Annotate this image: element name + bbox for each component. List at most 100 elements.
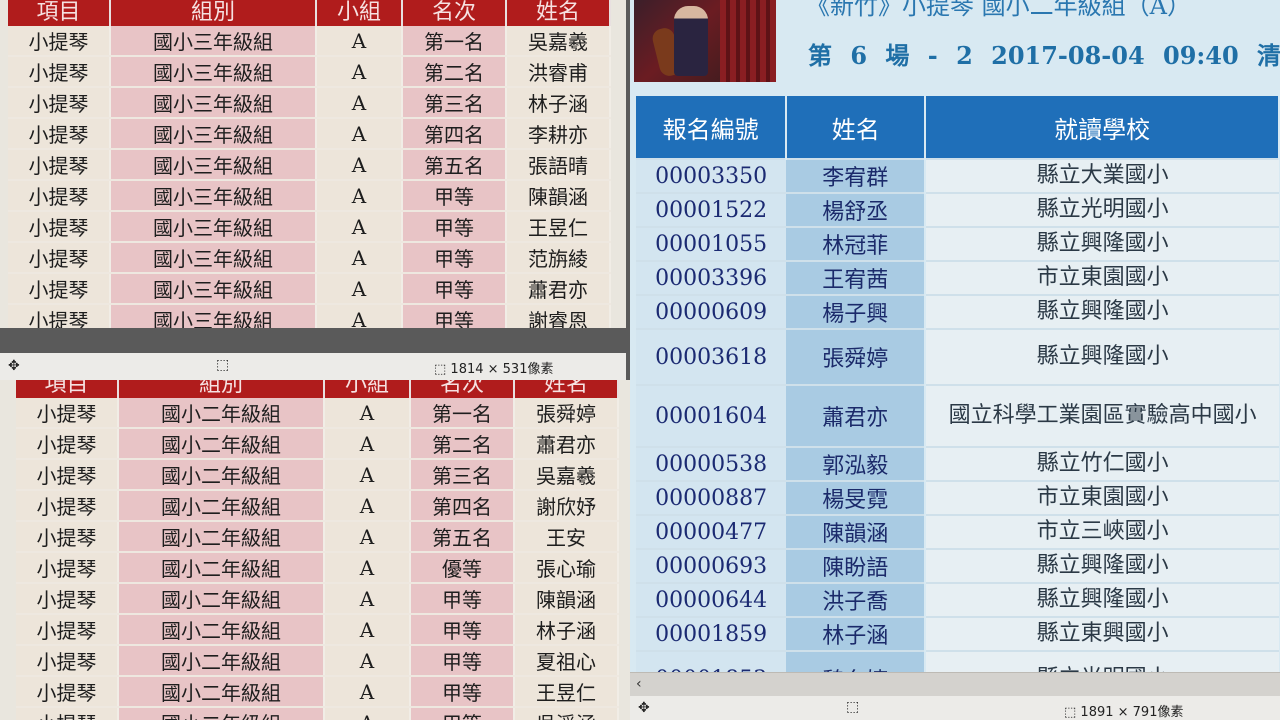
cell-student-name: 林子涵 (514, 614, 619, 646)
cell-division: 國小三年級組 (110, 242, 317, 274)
cell-student-name: 王昱仁 (506, 211, 611, 243)
cell-registration-id: 00001055 (636, 227, 787, 261)
cell-division: 國小二年級組 (118, 645, 325, 677)
cell-group: A (316, 304, 403, 328)
selection-icon[interactable]: ⬚ (846, 699, 859, 715)
cell-group: A (324, 552, 411, 584)
cell-instrument: 小提琴 (16, 490, 119, 522)
scroll-left-arrow-icon[interactable]: ‹ (636, 676, 642, 692)
table-row[interactable]: 小提琴 國小二年級組 A 甲等 陳韻涵 (16, 583, 619, 615)
table-row[interactable]: 00003396 王宥茜 市立東園國小 (636, 261, 1279, 295)
cell-school: 縣立光明國小 (925, 193, 1279, 227)
table-row[interactable]: 00000887 楊旻霓 市立東園國小 (636, 481, 1279, 515)
cell-instrument: 小提琴 (8, 211, 111, 243)
cell-student-name: 張心瑜 (514, 552, 619, 584)
cell-division: 國小二年級組 (118, 676, 325, 708)
cell-instrument: 小提琴 (16, 552, 119, 584)
cell-division: 國小二年級組 (118, 707, 325, 720)
table-row[interactable]: 00001859 林子涵 縣立東興國小 (636, 617, 1279, 651)
cell-school: 縣立東興國小 (925, 617, 1279, 651)
cell-group: A (316, 242, 403, 274)
header-division: 組別 (118, 380, 325, 398)
cell-group: A (324, 521, 411, 553)
header-rank: 名次 (410, 380, 515, 398)
move-icon[interactable]: ✥ (8, 358, 20, 374)
table-row[interactable]: 00001604 蕭君亦 國立科學工業園區實驗高中國小 (636, 385, 1279, 447)
table-row[interactable]: 小提琴 國小二年級組 A 第二名 蕭君亦 (16, 428, 619, 460)
table-row[interactable]: 小提琴 國小三年級組 A 第五名 張語晴 (8, 149, 611, 181)
image-dimensions: ⬚ 1814 × 531像素 (434, 362, 554, 377)
table-row[interactable]: 00003350 李宥群 縣立大業國小 (636, 159, 1279, 193)
cell-rank: 甲等 (410, 645, 515, 677)
table-row[interactable]: 小提琴 國小二年級組 A 甲等 王昱仁 (16, 676, 619, 708)
cell-student-name: 林冠菲 (786, 227, 927, 261)
table-row[interactable]: 小提琴 國小二年級組 A 第五名 王安 (16, 521, 619, 553)
cell-group: A (324, 459, 411, 491)
cell-student-name: 張舜婷 (786, 329, 927, 385)
cell-rank: 甲等 (402, 304, 507, 328)
table-row[interactable]: 00000538 郭泓毅 縣立竹仁國小 (636, 447, 1279, 481)
cell-student-name: 洪睿甫 (506, 56, 611, 88)
cell-instrument: 小提琴 (8, 273, 111, 305)
table-row[interactable]: 小提琴 國小三年級組 A 甲等 蕭君亦 (8, 273, 611, 305)
registration-table: 報名編號 姓名 就讀學校 00003350 李宥群 縣立大業國小 00001522 楊舒… (636, 96, 1280, 708)
cell-division: 國小二年級組 (118, 428, 325, 460)
table-row[interactable]: 00000609 楊子興 縣立興隆國小 (636, 295, 1279, 329)
selection-icon[interactable]: ⬚ (216, 357, 229, 373)
cell-school: 縣立興隆國小 (925, 227, 1279, 261)
table-row[interactable]: 小提琴 國小三年級組 A 第一名 吳嘉羲 (8, 26, 611, 57)
table-row[interactable]: 小提琴 國小二年級組 A 優等 張心瑜 (16, 552, 619, 584)
cell-student-name: 謝欣妤 (514, 490, 619, 522)
table-row[interactable]: 小提琴國小二年級組A甲等吳淨涵 (16, 707, 619, 720)
table-row[interactable]: 00000644 洪子喬 縣立興隆國小 (636, 583, 1279, 617)
header-item: 項目 (8, 0, 111, 26)
cell-student-name: 夏祖心 (514, 645, 619, 677)
cell-student-name: 郭泓毅 (786, 447, 927, 481)
cell-student-name: 蕭君亦 (514, 428, 619, 460)
table-row[interactable]: 小提琴 國小三年級組 A 第二名 洪睿甫 (8, 56, 611, 88)
cell-group: A (316, 273, 403, 305)
table-row[interactable]: 00000477 陳韻涵 市立三峽國小 (636, 515, 1279, 549)
table-row[interactable]: 小提琴 國小三年級組 A 甲等 陳韻涵 (8, 180, 611, 212)
cell-student-name: 楊舒丞 (786, 193, 927, 227)
page-title: 《新竹》小提琴 國小二年級組（A） (806, 0, 1191, 20)
cell-school: 縣立大業國小 (925, 159, 1279, 193)
table-row[interactable]: 小提琴 國小三年級組 A 甲等 謝睿恩 (8, 304, 611, 328)
table-row[interactable]: 00000693 陳盼語 縣立興隆國小 (636, 549, 1279, 583)
cell-student-name: 陳韻涵 (506, 180, 611, 212)
cell-group: A (324, 614, 411, 646)
cell-student-name: 李宥群 (786, 159, 927, 193)
cell-student-name: 范旃綾 (506, 242, 611, 274)
cell-student-name: 張舜婷 (514, 398, 619, 429)
table-row[interactable]: 小提琴 國小三年級組 A 甲等 范旃綾 (8, 242, 611, 274)
table-row[interactable]: 小提琴 國小二年級組 A 第四名 謝欣妤 (16, 490, 619, 522)
cell-student-name: 蕭君亦 (786, 385, 927, 447)
table-row[interactable]: 小提琴 國小二年級組 A 甲等 夏祖心 (16, 645, 619, 677)
cell-rank: 甲等 (402, 211, 507, 243)
cell-registration-id: 00001604 (636, 385, 787, 447)
table-row[interactable]: 小提琴 國小二年級組 A 第一名 張舜婷 (16, 398, 619, 429)
cell-instrument: 小提琴 (16, 645, 119, 677)
move-icon[interactable]: ✥ (638, 700, 650, 716)
cellist-thumbnail (634, 0, 776, 82)
cell-student-name: 林子涵 (506, 87, 611, 119)
table-row[interactable]: 00001055 林冠菲 縣立興隆國小 (636, 227, 1279, 261)
table-row[interactable]: 小提琴 國小三年級組 A 第三名 林子涵 (8, 87, 611, 119)
table-row[interactable]: 00003618 張舜婷 縣立興隆國小 (636, 329, 1279, 385)
cell-registration-id: 00000693 (636, 549, 787, 583)
table-row[interactable]: 小提琴 國小三年級組 A 第四名 李耕亦 (8, 118, 611, 150)
table-row[interactable]: 小提琴 國小二年級組 A 第三名 吳嘉羲 (16, 459, 619, 491)
table-row[interactable]: 小提琴 國小二年級組 A 甲等 林子涵 (16, 614, 619, 646)
table-row[interactable]: 00001522 楊舒丞 縣立光明國小 (636, 193, 1279, 227)
cell-group: A (316, 118, 403, 150)
cell-group: A (324, 428, 411, 460)
cell-division: 國小二年級組 (118, 490, 325, 522)
table-row[interactable]: 小提琴 國小三年級組 A 甲等 王昱仁 (8, 211, 611, 243)
cell-student-name: 陳韻涵 (786, 515, 927, 549)
cell-division: 國小二年級組 (118, 459, 325, 491)
cell-registration-id: 00000538 (636, 447, 787, 481)
horizontal-scrollbar[interactable]: ‹ (630, 672, 1280, 697)
cell-student-name: 陳盼語 (786, 549, 927, 583)
image-dimensions: ⬚ 1891 × 791像素 (1064, 705, 1184, 720)
cell-rank: 甲等 (402, 180, 507, 212)
